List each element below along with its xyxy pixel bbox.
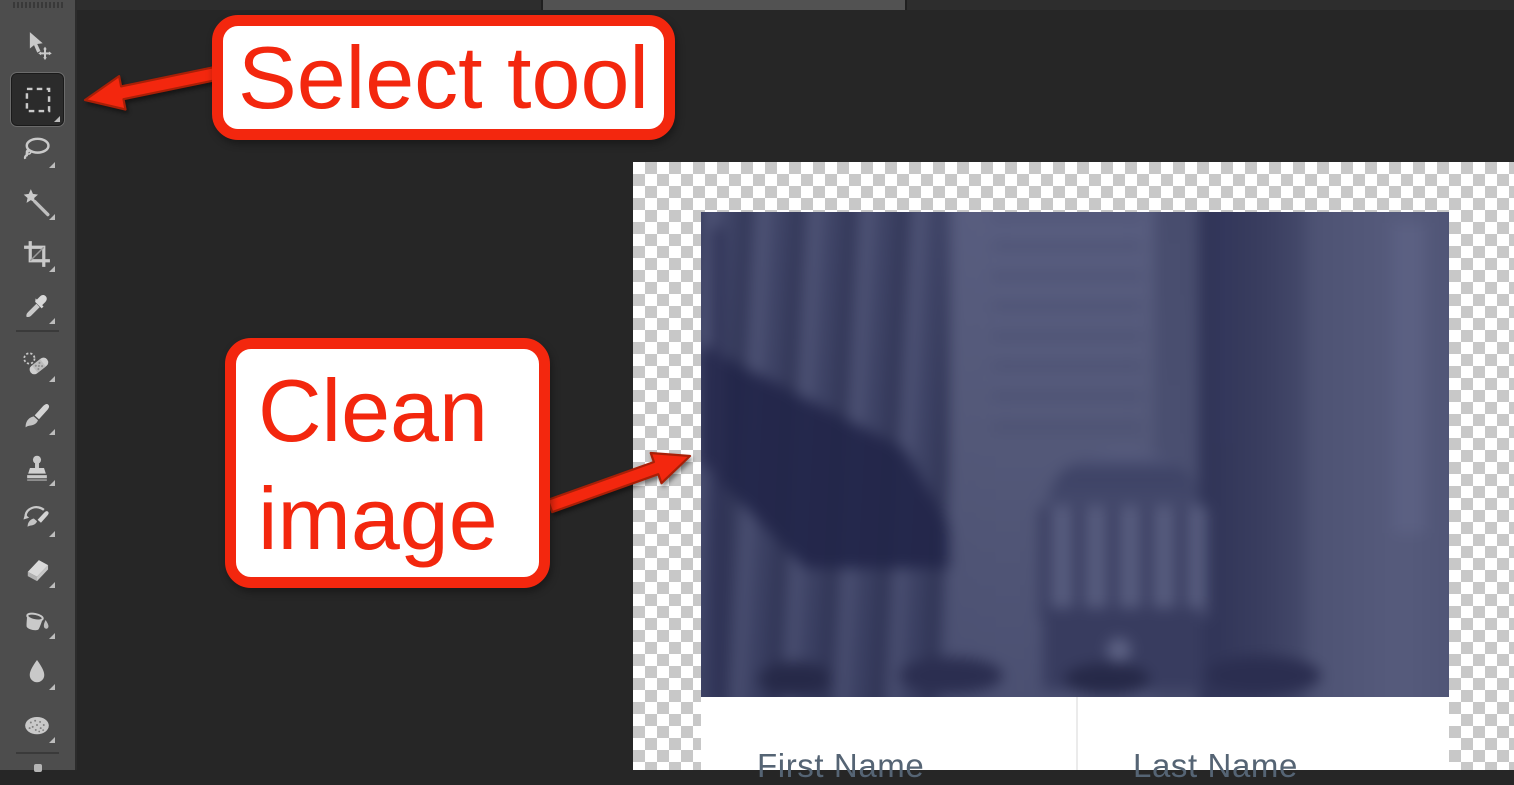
flyout-indicator: [49, 214, 55, 220]
flyout-indicator: [49, 480, 55, 486]
tool-separator: [16, 330, 59, 332]
tool-separator: [16, 752, 59, 754]
tool-crop[interactable]: [15, 232, 59, 276]
last-name-label: Last Name: [1133, 747, 1298, 785]
tool-paint-bucket[interactable]: [15, 599, 59, 643]
clean-image-arrow: [540, 436, 700, 520]
tool-clone-stamp[interactable]: [15, 446, 59, 490]
flyout-indicator: [49, 531, 55, 537]
tab-divider: [541, 0, 543, 10]
tool-rectangular-marquee[interactable]: [10, 72, 65, 127]
select-tool-callout: Select tool: [212, 15, 675, 140]
tool-magic-wand[interactable]: [15, 180, 59, 224]
document-form-section[interactable]: First Name Last Name: [701, 697, 1449, 770]
flyout-indicator: [49, 582, 55, 588]
tool-sponge[interactable]: [15, 703, 59, 747]
panel-grip[interactable]: [13, 2, 63, 8]
flyout-indicator: [54, 116, 60, 122]
document-photo-layer[interactable]: [701, 212, 1449, 697]
flyout-indicator: [49, 266, 55, 272]
marquee-tool-icon: [22, 84, 54, 116]
flyout-indicator: [49, 429, 55, 435]
form-column-divider: [1076, 697, 1078, 770]
photo-artwork: [701, 212, 1449, 697]
tool-panel: [0, 0, 77, 770]
document-tab-bar[interactable]: [75, 0, 1514, 10]
tool-move[interactable]: [15, 23, 59, 67]
photo-editor-window: { "window": { "description": "image edit…: [0, 0, 1514, 770]
tool-eyedropper[interactable]: [15, 284, 59, 328]
tool-lasso[interactable]: [15, 128, 59, 172]
clean-image-callout: Clean image: [225, 338, 550, 588]
flyout-indicator: [49, 162, 55, 168]
flyout-indicator: [49, 737, 55, 743]
flyout-indicator: [49, 318, 55, 324]
tab-divider: [905, 0, 907, 10]
move-tool-icon: [21, 29, 53, 61]
active-document-tab[interactable]: [543, 0, 905, 10]
tool-eraser[interactable]: [15, 548, 59, 592]
clean-image-callout-line1: Clean: [258, 357, 539, 465]
select-tool-arrow: [75, 55, 225, 115]
flyout-indicator: [49, 684, 55, 690]
flyout-indicator: [49, 633, 55, 639]
tool-healing-brush[interactable]: [15, 342, 59, 386]
clean-image-callout-line2: image: [258, 465, 539, 573]
tool-partially-visible[interactable]: [34, 764, 42, 772]
tool-history-brush[interactable]: [15, 497, 59, 541]
tool-blur[interactable]: [15, 650, 59, 694]
tool-brush[interactable]: [15, 395, 59, 439]
select-tool-callout-text: Select tool: [238, 27, 649, 129]
first-name-label: First Name: [757, 747, 924, 785]
flyout-indicator: [49, 376, 55, 382]
